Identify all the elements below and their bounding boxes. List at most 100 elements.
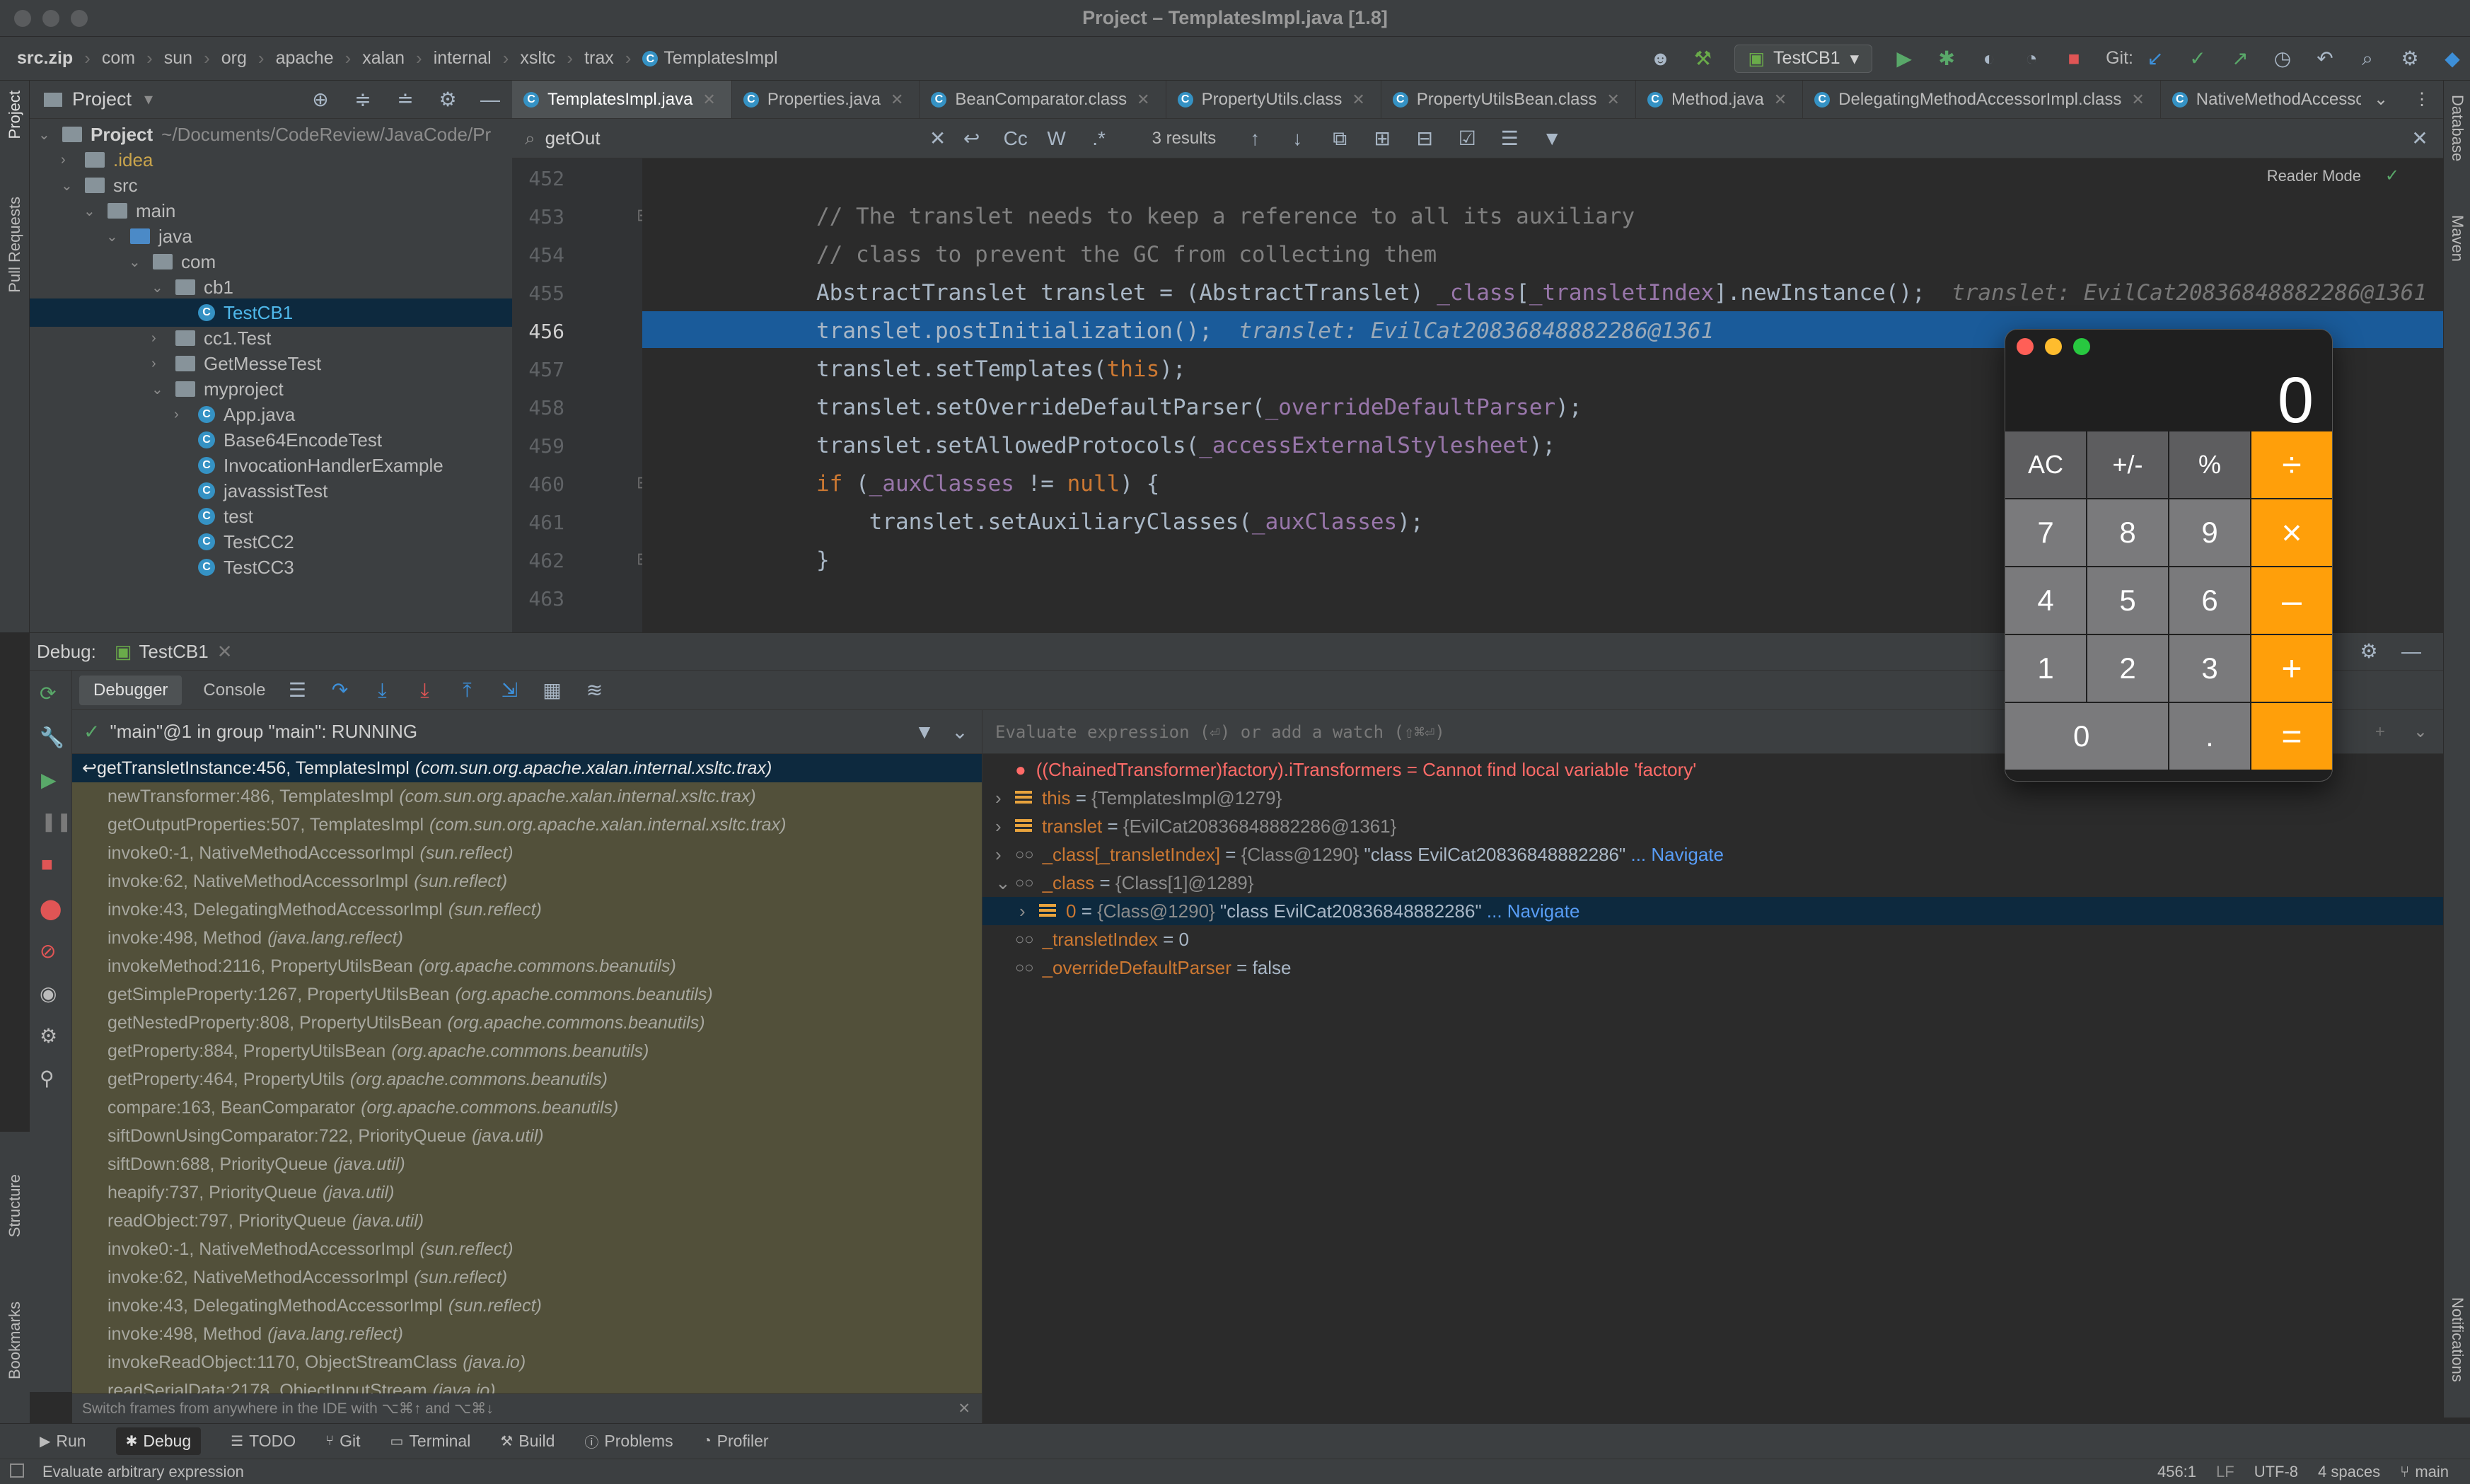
find-input[interactable]: getOut bbox=[545, 127, 927, 149]
code-line[interactable]: // class to prevent the GC from collecti… bbox=[816, 242, 1437, 267]
close-tab-icon[interactable]: ✕ bbox=[2131, 91, 2144, 109]
divide-button[interactable]: ÷ bbox=[2251, 431, 2332, 499]
breadcrumb-item[interactable]: com bbox=[102, 48, 135, 69]
run-configuration-select[interactable]: ▣ TestCB1 ▾ bbox=[1734, 44, 1873, 73]
close-find-icon[interactable]: ✕ bbox=[2409, 127, 2430, 149]
line-number[interactable]: 463 bbox=[528, 587, 564, 610]
match-case-toggle[interactable]: Cc bbox=[1004, 127, 1028, 149]
toggle-tool-windows-icon[interactable] bbox=[10, 1463, 24, 1478]
digit-2-button[interactable]: 2 bbox=[2087, 635, 2169, 703]
tree-folder-item[interactable]: ⌄ com bbox=[30, 248, 216, 276]
multiply-button[interactable]: × bbox=[2251, 499, 2332, 567]
code-line[interactable]: translet.setOverrideDefaultParser(_overr… bbox=[816, 395, 1582, 420]
breadcrumb-item[interactable]: sun bbox=[164, 48, 192, 69]
calculator-window[interactable]: 0 AC +/-% ÷ 7 8 9 × 4 5 6– 1 2 3 +0. = bbox=[2005, 329, 2333, 782]
stack-frame[interactable]: ↩ getTransletInstance:456, TemplatesImpl… bbox=[72, 754, 982, 782]
stack-frame[interactable]: readObject:797, PriorityQueue (java.util) bbox=[72, 1207, 982, 1235]
line-number[interactable]: 458 bbox=[528, 396, 564, 419]
step-out-icon[interactable]: ⤒ bbox=[456, 679, 477, 701]
maven-tool-button[interactable]: Maven bbox=[2448, 215, 2466, 262]
pull-requests-tool-button[interactable]: Pull Requests bbox=[6, 197, 24, 293]
navigate-link[interactable]: ... Navigate bbox=[1625, 844, 1724, 866]
variable-row[interactable]: › 0 = {Class@1290} "class EvilCat20836848… bbox=[982, 897, 2443, 925]
resume-icon[interactable]: ▶ bbox=[41, 768, 57, 792]
breadcrumb-item[interactable]: trax bbox=[584, 48, 614, 69]
close-tab-icon[interactable]: ✕ bbox=[1774, 91, 1787, 109]
close-tab-icon[interactable]: ✕ bbox=[1137, 91, 1149, 109]
chevron-down-icon[interactable]: ⌄ bbox=[151, 279, 166, 296]
tree-folder-item[interactable]: ⌄ cb1 bbox=[30, 273, 233, 301]
chevron-right-icon[interactable]: › bbox=[151, 330, 166, 347]
close-tab-icon[interactable]: ✕ bbox=[1607, 91, 1620, 109]
variable-row[interactable]: ○○ _transletIndex = 0 bbox=[982, 925, 2443, 953]
tree-folder-item[interactable]: › .idea bbox=[30, 146, 153, 174]
chevron-down-icon[interactable]: ⌄ bbox=[2413, 721, 2428, 742]
chevron-right-icon[interactable]: › bbox=[151, 356, 166, 372]
stop-icon[interactable]: ■ bbox=[2063, 47, 2085, 69]
stack-frame[interactable]: invoke0:-1, NativeMethodAccessorImpl (sun… bbox=[72, 1235, 982, 1263]
tree-folder-item[interactable]: ⌄ Project ~/Documents/CodeReview/JavaCode/… bbox=[30, 120, 491, 149]
filter-icon[interactable]: ▼ bbox=[914, 721, 935, 743]
stack-frame[interactable]: invokeReadObject:1170, ObjectStreamClass… bbox=[72, 1348, 982, 1376]
git-push-icon[interactable]: ↗ bbox=[2230, 47, 2251, 69]
pin-icon[interactable]: ⚲ bbox=[40, 1067, 54, 1090]
stack-frame[interactable]: invoke:62, NativeMethodAccessorImpl (sun.… bbox=[72, 1263, 982, 1292]
hide-panel-icon[interactable]: — bbox=[480, 88, 501, 110]
stack-frame[interactable]: heapify:737, PriorityQueue (java.util) bbox=[72, 1178, 982, 1207]
breadcrumb-item[interactable]: xsltc bbox=[520, 48, 555, 69]
code-line[interactable]: translet.setAuxiliaryClasses(_auxClasses… bbox=[816, 509, 1424, 535]
stack-frame[interactable]: compare:163, BeanComparator (org.apache.c… bbox=[72, 1094, 982, 1122]
digit-5-button[interactable]: 5 bbox=[2087, 567, 2169, 635]
git-branch[interactable]: main bbox=[2415, 1463, 2449, 1481]
line-number[interactable]: 454 bbox=[528, 243, 564, 267]
code-line[interactable]: translet.setAllowedProtocols(_accessExte… bbox=[816, 433, 1555, 458]
debug-session-tab[interactable]: ▣ TestCB1 ✕ bbox=[115, 641, 233, 663]
trace-stream-icon[interactable]: ≋ bbox=[584, 679, 605, 701]
notifications-tool-button[interactable]: Notifications bbox=[2448, 1297, 2466, 1382]
variable-row[interactable]: ⌄ ○○ _class = {Class[1]@1289} bbox=[982, 869, 2443, 897]
tree-folder-item[interactable]: ⌄ main bbox=[30, 197, 175, 225]
close-window-icon[interactable] bbox=[2017, 338, 2034, 355]
editor-tab[interactable]: C PropertyUtils.class ✕ bbox=[1166, 81, 1381, 118]
thread-selector[interactable]: ✓ "main"@1 in group "main": RUNNING ▼ ⌄ bbox=[72, 710, 982, 754]
chevron-down-icon[interactable]: ⌄ bbox=[106, 228, 120, 245]
select-all-occurrences-icon[interactable]: ☑ bbox=[1456, 127, 1478, 149]
structure-tool-button[interactable]: Structure bbox=[6, 1174, 24, 1237]
more-options-icon[interactable]: ⋮ bbox=[2413, 89, 2430, 110]
tree-folder-item[interactable]: ⌄ java bbox=[30, 222, 192, 250]
close-tab-icon[interactable]: ✕ bbox=[1352, 91, 1364, 109]
file-encoding[interactable]: UTF-8 bbox=[2254, 1463, 2298, 1481]
tool-window-terminal[interactable]: ▭ Terminal bbox=[390, 1432, 471, 1451]
digit-1-button[interactable]: 1 bbox=[2005, 635, 2087, 703]
close-tip-icon[interactable]: ✕ bbox=[958, 1400, 970, 1418]
tab-debugger[interactable]: Debugger bbox=[79, 675, 182, 705]
stack-frame[interactable]: invoke0:-1, NativeMethodAccessorImpl (sun… bbox=[72, 839, 982, 867]
tree-class-item[interactable]: C TestCB1 bbox=[30, 298, 512, 327]
variable-row[interactable]: › translet = {EvilCat20836848882286@1361} bbox=[982, 812, 2443, 840]
tree-folder-item[interactable]: ⌄ src bbox=[30, 171, 138, 199]
caret-position[interactable]: 456:1 bbox=[2157, 1463, 2196, 1481]
database-tool-button[interactable]: Database bbox=[2448, 95, 2466, 161]
tree-class-item[interactable]: C InvocationHandlerExample bbox=[30, 451, 443, 480]
add-button[interactable]: + bbox=[2251, 635, 2332, 703]
clear-button[interactable]: AC bbox=[2005, 431, 2087, 499]
step-over-icon[interactable]: ↷ bbox=[329, 679, 350, 701]
whole-words-toggle[interactable]: W bbox=[1046, 127, 1067, 149]
camera-icon[interactable]: ◉ bbox=[40, 982, 57, 1005]
breadcrumb-item[interactable]: src.zip bbox=[17, 48, 73, 69]
stack-frame[interactable]: readSerialData:2178, ObjectInputStream (j… bbox=[72, 1376, 982, 1394]
collapse-all-icon[interactable]: ≐ bbox=[395, 88, 416, 110]
zoom-window-icon[interactable] bbox=[2073, 338, 2090, 355]
coverage-icon[interactable]: ◐ bbox=[1978, 47, 2000, 69]
ide-logo-icon[interactable]: ◆ bbox=[2442, 47, 2463, 69]
code-line[interactable]: AbstractTranslet translet = (AbstractTra… bbox=[816, 280, 2427, 306]
equals-button[interactable]: = bbox=[2251, 703, 2332, 771]
tree-folder-item[interactable]: › GetMesseTest bbox=[30, 349, 321, 378]
editor-tab[interactable]: C Properties.java ✕ bbox=[732, 81, 920, 118]
tool-window-todo[interactable]: ☰ TODO bbox=[231, 1432, 296, 1451]
stack-frame[interactable]: getSimpleProperty:1267, PropertyUtilsBea… bbox=[72, 980, 982, 1009]
chevron-right-icon[interactable]: › bbox=[995, 844, 1015, 866]
history-icon[interactable]: ◷ bbox=[2272, 47, 2293, 69]
tree-class-item[interactable]: C TestCC2 bbox=[30, 528, 294, 556]
step-into-icon[interactable]: ⤓ bbox=[371, 679, 393, 701]
